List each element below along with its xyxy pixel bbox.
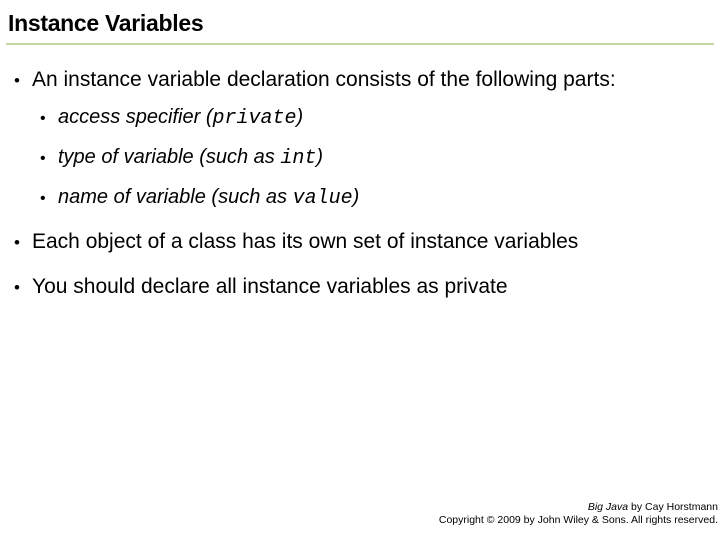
list-item: • access specifier (private) xyxy=(40,105,706,131)
list-item: • You should declare all instance variab… xyxy=(14,274,706,300)
list-row: • name of variable (such as value) xyxy=(40,185,706,211)
title-wrap: Instance Variables xyxy=(0,0,720,45)
text-part: ) xyxy=(297,106,304,128)
footer-copyright: Copyright © 2009 by John Wiley & Sons. A… xyxy=(439,514,718,528)
list-item: • Each object of a class has its own set… xyxy=(14,229,706,255)
text-part: ) xyxy=(353,186,360,208)
list-row: • You should declare all instance variab… xyxy=(14,274,706,300)
bullet-text: access specifier (private) xyxy=(58,105,303,131)
bullet-list: • An instance variable declaration consi… xyxy=(14,67,706,300)
list-row: • An instance variable declaration consi… xyxy=(14,67,706,93)
bullet-text: You should declare all instance variable… xyxy=(32,274,508,300)
footer-line1: Big Java by Cay Horstmann xyxy=(439,501,718,515)
code-text: int xyxy=(280,147,316,170)
bullet-icon: • xyxy=(14,278,32,298)
text-part: ) xyxy=(316,146,323,168)
list-item: • type of variable (such as int) xyxy=(40,145,706,171)
footer: Big Java by Cay Horstmann Copyright © 20… xyxy=(439,501,718,528)
list-item: • name of variable (such as value) xyxy=(40,185,706,211)
book-title: Big Java xyxy=(588,501,628,513)
list-item: • An instance variable declaration consi… xyxy=(14,67,706,211)
slide-title: Instance Variables xyxy=(6,6,714,45)
slide: Instance Variables • An instance variabl… xyxy=(0,0,720,540)
list-row: • Each object of a class has its own set… xyxy=(14,229,706,255)
text-part: type of variable (such as xyxy=(58,146,280,168)
list-row: • access specifier (private) xyxy=(40,105,706,131)
code-text: private xyxy=(213,107,297,130)
bullet-icon: • xyxy=(40,190,58,208)
bullet-text: name of variable (such as value) xyxy=(58,185,359,211)
text-part: access specifier ( xyxy=(58,106,213,128)
bullet-text: Each object of a class has its own set o… xyxy=(32,229,578,255)
sub-list: • access specifier (private) • type of v… xyxy=(14,105,706,211)
bullet-text: type of variable (such as int) xyxy=(58,145,323,171)
bullet-icon: • xyxy=(40,150,58,168)
slide-body: • An instance variable declaration consi… xyxy=(0,45,720,300)
bullet-icon: • xyxy=(14,233,32,253)
footer-author: by Cay Horstmann xyxy=(628,501,718,513)
code-text: value xyxy=(293,187,353,210)
bullet-icon: • xyxy=(14,71,32,91)
text-part: name of variable (such as xyxy=(58,186,293,208)
bullet-icon: • xyxy=(40,110,58,128)
bullet-text: An instance variable declaration consist… xyxy=(32,67,616,93)
list-row: • type of variable (such as int) xyxy=(40,145,706,171)
